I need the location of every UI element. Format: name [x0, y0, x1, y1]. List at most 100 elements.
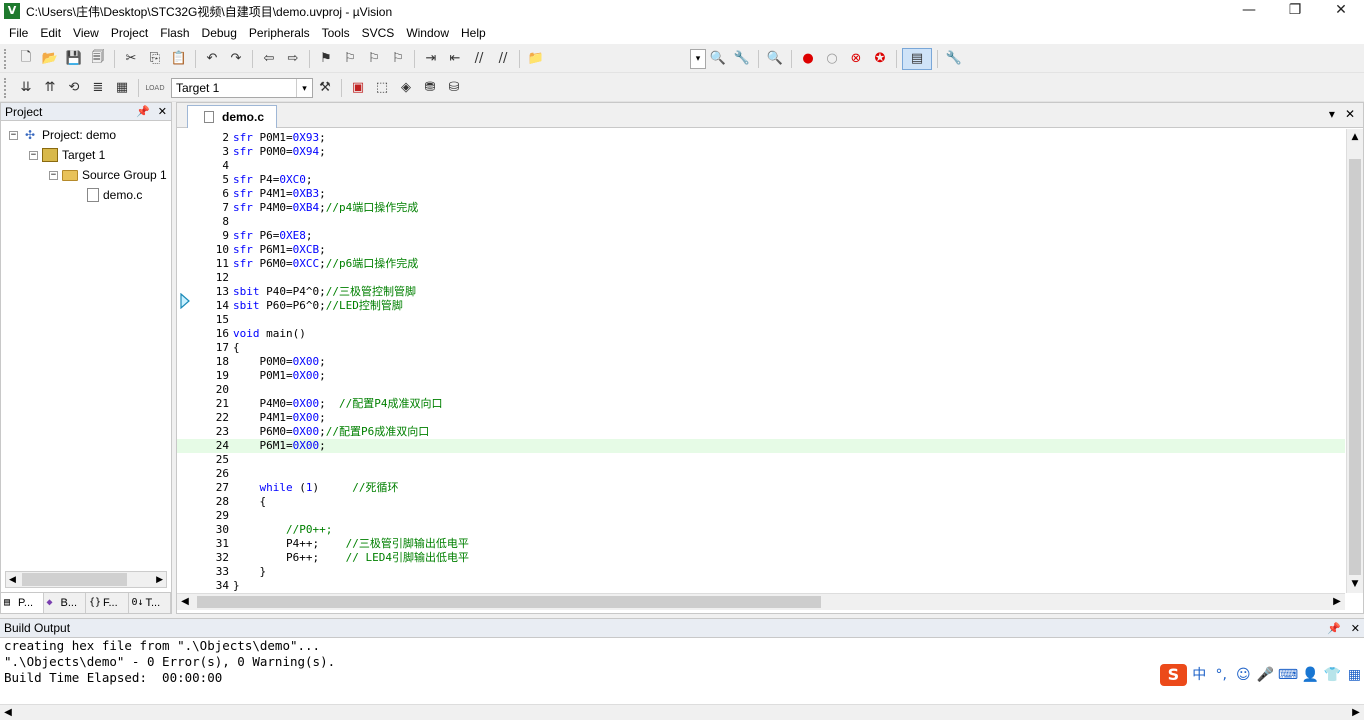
indent-icon[interactable]: ⇥: [420, 48, 442, 70]
code-line[interactable]: 32 P6++; // LED4引脚输出低电平: [177, 551, 1345, 565]
scroll-left-icon[interactable]: ◀: [0, 705, 16, 721]
code-line[interactable]: 23 P6M0= 0X00;//配置P6成准双向口: [177, 425, 1345, 439]
tab-functions[interactable]: {} F...: [86, 593, 129, 613]
software-packs-icon[interactable]: ⛁: [443, 77, 465, 99]
navigate-back-icon[interactable]: ⇦: [258, 48, 280, 70]
code-line[interactable]: 19 P0M1= 0X00;: [177, 369, 1345, 383]
ime-punctuation-icon[interactable]: °,: [1212, 665, 1231, 685]
manage-environment-icon[interactable]: ◈: [395, 77, 417, 99]
scroll-right-icon[interactable]: ▶: [1329, 594, 1345, 610]
kill-breakpoint-icon[interactable]: ⊗: [845, 48, 867, 70]
code-line[interactable]: 27 while (1) //死循环: [177, 481, 1345, 495]
code-line[interactable]: 31 P4++; //三极管引脚输出低电平: [177, 537, 1345, 551]
code-line[interactable]: 30 //P0++;: [177, 523, 1345, 537]
scrollbar-thumb[interactable]: [197, 596, 821, 608]
tab-templates[interactable]: 0↓ T...: [129, 593, 171, 613]
ime-keyboard-icon[interactable]: ⌨: [1278, 665, 1298, 685]
translate-icon[interactable]: ⇊: [15, 77, 37, 99]
menu-peripherals[interactable]: Peripherals: [243, 23, 316, 43]
ime-skin-icon[interactable]: 👕: [1323, 665, 1342, 685]
code-line[interactable]: 3 sfr P0M0= 0X94;: [177, 145, 1345, 159]
menu-file[interactable]: File: [3, 23, 34, 43]
code-line[interactable]: 34}: [177, 579, 1345, 593]
build-horizontal-scrollbar[interactable]: ◀ ▶: [0, 704, 1364, 720]
toolbar-grip[interactable]: [4, 77, 10, 98]
code-line[interactable]: 4: [177, 159, 1345, 173]
code-line[interactable]: 28 {: [177, 495, 1345, 509]
bookmark-icon[interactable]: ⚑: [315, 48, 337, 70]
navigate-forward-icon[interactable]: ⇨: [282, 48, 304, 70]
collapse-toggle-icon[interactable]: −: [29, 150, 38, 160]
code-line[interactable]: 7 sfr P4M0= 0XB4;//p4端口操作完成: [177, 201, 1345, 215]
clear-bookmarks-icon[interactable]: ⚐: [387, 48, 409, 70]
code-line[interactable]: 12: [177, 271, 1345, 285]
scrollbar-thumb[interactable]: [22, 573, 127, 586]
manage-components-icon[interactable]: ▣: [347, 77, 369, 99]
menu-project[interactable]: Project: [105, 23, 154, 43]
close-icon[interactable]: ✕: [158, 105, 167, 118]
save-all-icon[interactable]: 🗐: [87, 48, 109, 70]
code-line[interactable]: 18 P0M0= 0X00;: [177, 355, 1345, 369]
code-line[interactable]: 13 sbit P40=P4^0;//三极管控制管脚: [177, 285, 1345, 299]
menu-view[interactable]: View: [67, 23, 105, 43]
scroll-down-icon[interactable]: ▼: [1347, 576, 1363, 593]
ime-toolbox-icon[interactable]: ▦: [1345, 665, 1364, 685]
window-layout-icon[interactable]: ▤: [902, 47, 932, 70]
project-horizontal-scrollbar[interactable]: ◀ ▶: [5, 571, 167, 588]
code-line[interactable]: 21 P4M0= 0X00; //配置P4成准双向口: [177, 397, 1345, 411]
maximize-button[interactable]: ❐: [1272, 0, 1318, 22]
menu-help[interactable]: Help: [455, 23, 492, 43]
start-debug-icon[interactable]: 🔍: [764, 48, 786, 70]
code-line[interactable]: 8: [177, 215, 1345, 229]
unindent-icon[interactable]: ⇤: [444, 48, 466, 70]
scroll-left-icon[interactable]: ◀: [6, 574, 16, 585]
project-items-icon[interactable]: ⛃: [419, 77, 441, 99]
close-window-button[interactable]: ✕: [1318, 0, 1364, 22]
batch-build-icon[interactable]: ≣: [87, 77, 109, 99]
code-line[interactable]: 9 sfr P6= 0XE8;: [177, 229, 1345, 243]
incremental-find-icon[interactable]: 🔍: [707, 48, 729, 70]
stop-build-icon[interactable]: ▦: [111, 77, 133, 99]
menu-window[interactable]: Window: [400, 23, 455, 43]
kill-all-breakpoints-icon[interactable]: ✪: [869, 48, 891, 70]
uncomment-icon[interactable]: //: [492, 48, 514, 70]
collapse-toggle-icon[interactable]: −: [9, 130, 18, 140]
close-icon[interactable]: ✕: [1351, 622, 1360, 635]
tab-demo-c[interactable]: demo.c: [187, 105, 277, 128]
tree-item-demo-c[interactable]: demo.c: [1, 185, 171, 205]
undo-icon[interactable]: ↶: [201, 48, 223, 70]
menu-tools[interactable]: Tools: [316, 23, 356, 43]
copy-icon[interactable]: ⎘: [144, 48, 166, 70]
ime-user-icon[interactable]: 👤: [1301, 665, 1320, 685]
prev-bookmark-icon[interactable]: ⚐: [339, 48, 361, 70]
ime-emoji-icon[interactable]: ☺: [1234, 665, 1253, 685]
chevron-down-icon[interactable]: ▾: [1329, 107, 1335, 121]
ime-chinese-mode-icon[interactable]: 中: [1190, 665, 1209, 685]
code-line[interactable]: 26: [177, 467, 1345, 481]
disable-breakpoint-icon[interactable]: ○: [821, 48, 843, 70]
menu-flash[interactable]: Flash: [154, 23, 195, 43]
target-options-icon[interactable]: ⚒: [314, 77, 336, 99]
code-line[interactable]: 10 sfr P6M1= 0XCB;: [177, 243, 1345, 257]
code-line[interactable]: 16 void main(): [177, 327, 1345, 341]
code-line[interactable]: 33 }: [177, 565, 1345, 579]
menu-svcs[interactable]: SVCS: [356, 23, 401, 43]
save-icon[interactable]: 💾: [63, 48, 85, 70]
paste-icon[interactable]: 📋: [168, 48, 190, 70]
code-line[interactable]: 11 sfr P6M0= 0XCC;//p6端口操作完成: [177, 257, 1345, 271]
code-line[interactable]: 24 P6M1= 0X00;: [177, 439, 1345, 453]
next-bookmark-icon[interactable]: ⚐: [363, 48, 385, 70]
toolbar-grip[interactable]: [4, 48, 10, 69]
download-icon[interactable]: LOAD: [144, 77, 166, 99]
collapse-toggle-icon[interactable]: −: [49, 170, 58, 180]
new-file-icon[interactable]: 🗋: [15, 48, 37, 70]
sogou-logo-icon[interactable]: S: [1160, 664, 1187, 686]
scroll-right-icon[interactable]: ▶: [1348, 705, 1364, 721]
editor-vertical-scrollbar[interactable]: ▲ ▼: [1346, 129, 1363, 593]
cut-icon[interactable]: ✂: [120, 48, 142, 70]
tools-icon[interactable]: 🔧: [731, 48, 753, 70]
build-icon[interactable]: ⇈: [39, 77, 61, 99]
tree-item-target[interactable]: − Target 1: [1, 145, 171, 165]
pin-icon[interactable]: 📌: [1327, 622, 1341, 635]
code-line[interactable]: 20: [177, 383, 1345, 397]
